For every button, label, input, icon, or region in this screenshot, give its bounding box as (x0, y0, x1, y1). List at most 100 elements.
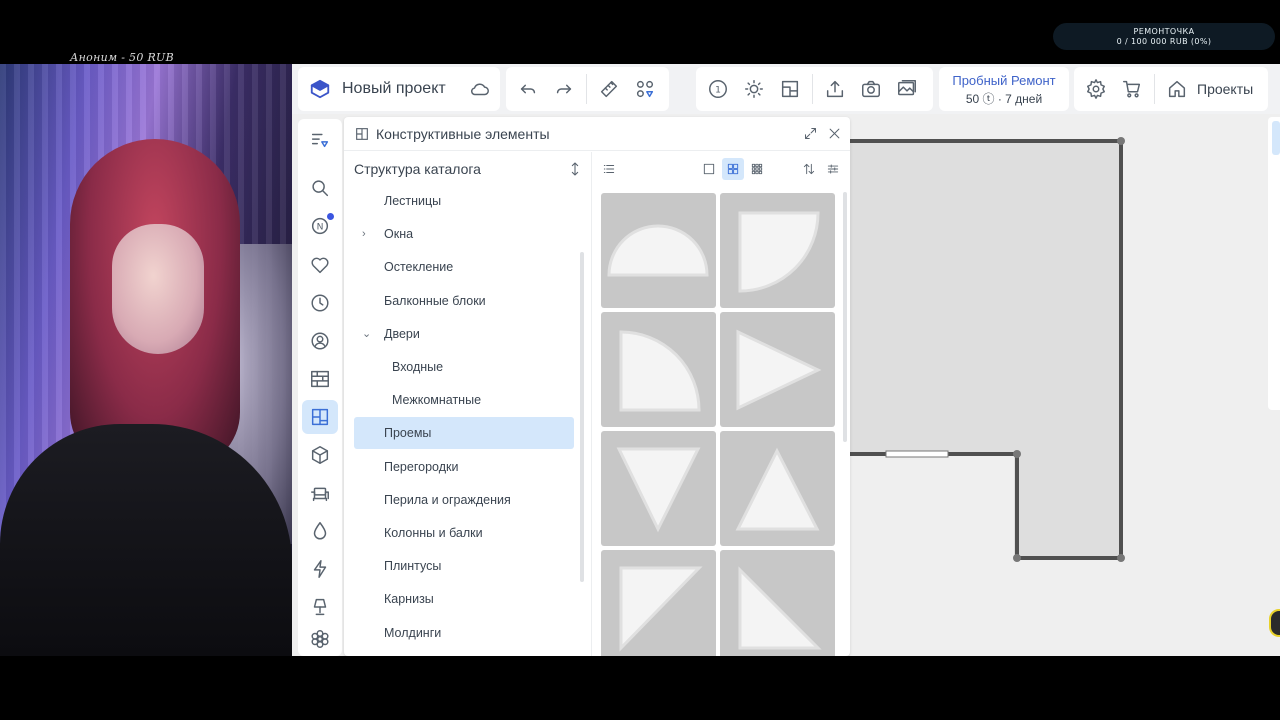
export-icon[interactable] (817, 71, 853, 107)
tile-triangle-down-opening[interactable] (601, 431, 716, 546)
tile-right-triangle-opening[interactable] (601, 550, 716, 656)
chevron-icon: ⌄ (362, 328, 372, 341)
plumbing-icon[interactable] (302, 514, 338, 548)
search-icon[interactable] (302, 171, 338, 205)
filter-icon[interactable] (822, 158, 844, 180)
tree-item-label: Окна (384, 227, 414, 242)
help-button[interactable] (1269, 609, 1280, 637)
tree-item[interactable]: Плинтусы (354, 550, 574, 582)
tile-half-circle-opening[interactable] (601, 193, 716, 308)
tree-item[interactable]: › Окна (354, 218, 574, 250)
tree-item[interactable]: Перегородки (354, 451, 574, 483)
tree-item-label: Межкомнатные (392, 393, 482, 408)
tile-triangle-right-opening[interactable] (720, 312, 835, 427)
catalog-items (591, 152, 850, 656)
camera-icon[interactable] (853, 71, 889, 107)
plan-view-icon[interactable] (772, 71, 808, 107)
tree-item-label: Плинтусы (384, 559, 442, 574)
tree-item[interactable]: Проемы (354, 417, 574, 450)
catalog-panel: Конструктивные элементы Структура катало… (344, 117, 850, 656)
redo-icon[interactable] (546, 71, 582, 107)
premium-catalog-icon[interactable] (627, 71, 663, 107)
tree-item[interactable]: Карнизы (354, 583, 574, 615)
item-tiles (601, 193, 837, 656)
tile-triangle-up-opening[interactable] (720, 431, 835, 546)
furniture-icon[interactable] (302, 476, 338, 510)
gear-icon[interactable] (1078, 71, 1114, 107)
large-tiles-icon[interactable] (698, 158, 720, 180)
tree-item[interactable]: Входные (354, 351, 574, 383)
tree-item[interactable]: Перила и ограждения (354, 484, 574, 516)
tile-right-triangle-opening-alt[interactable] (720, 550, 835, 656)
close-icon[interactable] (822, 122, 846, 146)
tree-header-label: Структура каталога (354, 161, 481, 177)
window-on-wall (885, 450, 949, 458)
collapse-toggle-icon[interactable] (561, 155, 589, 183)
chevron-icon: › (362, 228, 366, 241)
left-toolbar: N (298, 119, 342, 656)
lighting-icon[interactable] (736, 71, 772, 107)
tree-item-label: Остекление (384, 260, 454, 275)
electrical-icon[interactable] (302, 552, 338, 586)
undo-icon[interactable] (510, 71, 546, 107)
cart-icon[interactable] (1114, 71, 1150, 107)
tree-item-label: Лестницы (384, 194, 442, 208)
lamp-icon[interactable] (302, 590, 338, 624)
medium-tiles-icon[interactable] (722, 158, 744, 180)
tree-item-label: Проемы (384, 426, 432, 441)
edit-group (506, 67, 669, 111)
logo-icon[interactable] (302, 71, 338, 107)
tree-item[interactable]: Колонны и балки (354, 517, 574, 549)
tree-item-label: Балконные блоки (384, 293, 486, 308)
webcam-feed (0, 64, 292, 656)
goal-title: РЕМОНТОЧКА (1133, 27, 1195, 36)
new-items-icon[interactable]: N (302, 209, 338, 243)
project-group: Новый проект (298, 67, 500, 111)
history-icon[interactable] (302, 286, 338, 320)
gallery-icon[interactable] (889, 71, 925, 107)
top-toolbar: Новый проект 1 Пробный Ремонт 50 ⓣ · 7 д… (292, 64, 1280, 114)
tree-item[interactable]: Остекление (354, 251, 574, 283)
room-floor (850, 141, 1120, 454)
grid-toolbar (592, 152, 850, 186)
grid-scrollbar[interactable] (843, 192, 847, 442)
3d-objects-icon[interactable] (302, 438, 338, 472)
donation-alert: Аноним - 50 RUB (70, 51, 174, 64)
notification-dot (327, 213, 334, 220)
catalog-menu-icon[interactable] (302, 123, 338, 157)
projects-button[interactable]: Проекты (1197, 81, 1253, 97)
tree-item-label: Входные (392, 360, 444, 374)
project-title[interactable]: Новый проект (342, 80, 446, 98)
floor-selector-icon[interactable]: 1 (700, 71, 736, 107)
trial-plan-badge[interactable]: Пробный Ремонт 50 ⓣ · 7 дней (939, 67, 1069, 111)
planner-app: Новый проект 1 Пробный Ремонт 50 ⓣ · 7 д… (292, 64, 1280, 656)
svg-text:N: N (317, 222, 324, 233)
tree-item[interactable]: Балконные блоки (354, 285, 574, 317)
walls-icon[interactable] (302, 362, 338, 396)
tree-item-label: Двери (384, 326, 420, 341)
ruler-icon[interactable] (591, 71, 627, 107)
tree-item-label: Колонны и балки (384, 526, 483, 540)
user-icon[interactable] (302, 324, 338, 358)
list-view-icon[interactable] (598, 158, 620, 180)
tree-item[interactable]: ⌄ Двери (354, 318, 574, 350)
tile-quarter-circle-opening[interactable] (720, 193, 835, 308)
view-group: 1 (696, 67, 933, 111)
tree-item[interactable]: Межкомнатные (354, 384, 574, 416)
home-icon[interactable] (1159, 71, 1195, 107)
structural-elements-icon[interactable] (302, 400, 338, 434)
cloud-save-icon[interactable] (462, 71, 498, 107)
favorites-icon[interactable] (302, 248, 338, 282)
svg-text:1: 1 (715, 85, 721, 96)
goal-progress: 0 / 100 000 RUB (0%) (1116, 37, 1212, 46)
tile-quarter-circle-opening-left[interactable] (601, 312, 716, 427)
tree-item[interactable]: Лестницы (354, 185, 574, 217)
tree-scrollbar[interactable] (580, 252, 584, 582)
expand-icon[interactable] (798, 122, 822, 146)
decor-icon[interactable] (302, 622, 338, 656)
small-tiles-icon[interactable] (746, 158, 768, 180)
tree-item-label: Молдинги (384, 625, 442, 640)
panel-header: Конструктивные элементы (344, 117, 850, 151)
tree-item[interactable]: Молдинги (354, 617, 574, 649)
sort-icon[interactable] (798, 158, 820, 180)
